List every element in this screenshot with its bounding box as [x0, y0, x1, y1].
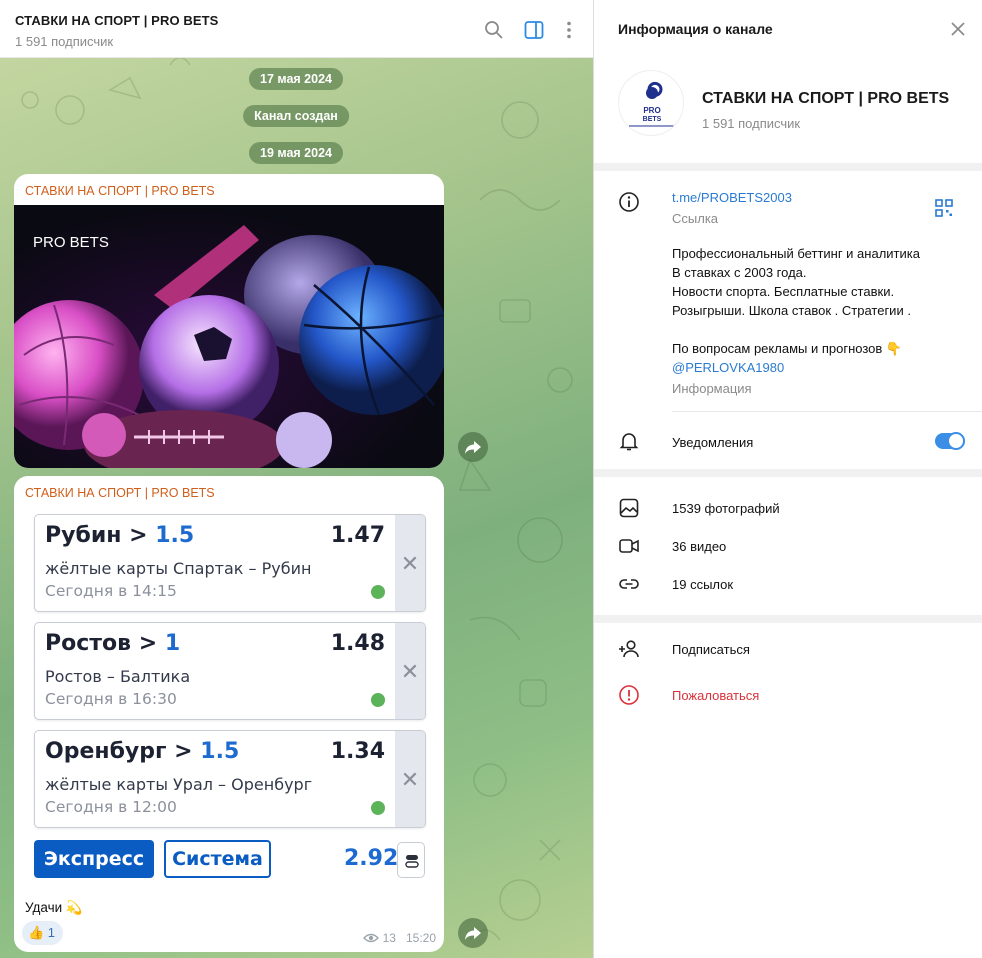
media-section: 1539 фотографий 36 видео 19 ссылок — [594, 477, 982, 615]
bet-event: жёлтые карты Спартак – Рубин — [45, 559, 312, 578]
service-message-channel-created: Канал создан — [243, 105, 349, 127]
bet-event: жёлтые карты Урал – Оренбург — [45, 775, 313, 794]
message-sender[interactable]: СТАВКИ НА СПОРТ | PRO BETS — [25, 184, 215, 198]
bet-selection: Оренбург > 1.5 — [45, 739, 239, 764]
notifications-label: Уведомления — [672, 435, 754, 450]
system-label: Система — [164, 840, 271, 878]
reaction-thumbs-up[interactable]: 👍 1 — [22, 921, 64, 945]
bet-odds: 1.34 — [330, 739, 385, 764]
remove-bet-icon: ✕ — [395, 731, 425, 827]
media-photos[interactable]: 1539 фотографий — [672, 501, 780, 516]
more-menu-icon[interactable] — [559, 20, 579, 40]
chat-header[interactable]: СТАВКИ НА СПОРТ | PRO BETS 1 591 подписч… — [0, 0, 593, 58]
channel-name: СТАВКИ НА СПОРТ | PRO BETS — [702, 90, 950, 107]
remove-bet-icon: ✕ — [395, 623, 425, 719]
svg-text:BETS: BETS — [643, 116, 662, 123]
football-icon — [371, 801, 385, 815]
bet-selection: Ростов > 1 — [45, 631, 180, 656]
bet-value: 1 — [164, 631, 181, 656]
football-icon — [371, 585, 385, 599]
media-videos[interactable]: 36 видео — [672, 539, 726, 554]
bet-selection: Рубин > 1.5 — [45, 523, 194, 548]
forward-button[interactable] — [458, 432, 488, 462]
channel-link[interactable]: t.me/PROBETS2003 — [672, 190, 792, 205]
date-pill: 19 мая 2024 — [249, 142, 343, 164]
total-odds: 2.92 — [344, 846, 399, 871]
info-details-section: t.me/PROBETS2003 Ссылка Профессиональный… — [594, 171, 982, 469]
message-bets[interactable]: СТАВКИ НА СПОРТ | PRO BETS Рубин > 1.5 1… — [14, 476, 444, 952]
channel-subscribers: 1 591 подписчик — [702, 116, 801, 131]
forward-icon — [465, 441, 481, 454]
search-icon[interactable] — [484, 20, 504, 40]
remove-bet-icon: ✕ — [395, 515, 425, 611]
channel-description: Профессиональный беттинг и аналитика В с… — [672, 246, 920, 356]
settings-toggle-icon — [397, 842, 425, 878]
chat-area: СТАВКИ НА СПОРТ | PRO BETS 1 591 подписч… — [0, 0, 593, 958]
bet-time: Сегодня в 14:15 — [45, 582, 177, 600]
subscribe-button[interactable]: Подписаться — [672, 642, 750, 657]
link-label: Ссылка — [672, 211, 719, 226]
video-icon — [619, 539, 639, 553]
channel-avatar[interactable]: PRO BETS — [618, 70, 684, 136]
bet-card[interactable]: Рубин > 1.5 1.47 жёлтые карты Спартак – … — [34, 514, 426, 612]
bet-team: Оренбург > — [45, 739, 201, 764]
svg-text:PRO: PRO — [643, 106, 660, 115]
report-button[interactable]: Пожаловаться — [672, 688, 759, 703]
qr-code-icon[interactable] — [935, 199, 953, 217]
views-icon — [363, 933, 380, 943]
bet-odds: 1.47 — [330, 523, 385, 548]
bet-time: Сегодня в 16:30 — [45, 690, 177, 708]
info-icon — [619, 192, 639, 212]
forward-button[interactable] — [458, 918, 488, 948]
views-count: 13 — [382, 931, 396, 945]
chat-title[interactable]: СТАВКИ НА СПОРТ | PRO BETS — [15, 13, 218, 28]
message-sender[interactable]: СТАВКИ НА СПОРТ | PRO BETS — [25, 486, 215, 500]
bet-value: 1.5 — [155, 523, 195, 548]
sidebar-toggle-icon[interactable] — [524, 20, 544, 40]
bet-odds: 1.48 — [330, 631, 385, 656]
bet-team: Ростов > — [45, 631, 165, 656]
link-icon — [619, 579, 639, 589]
date-pill: 17 мая 2024 — [249, 68, 343, 90]
report-icon — [619, 685, 639, 705]
add-user-icon — [619, 640, 639, 658]
channel-info-panel: Информация о канале PRO BETS СТАВКИ НА С… — [593, 0, 982, 958]
bet-team: Рубин > — [45, 523, 156, 548]
actions-section: Подписаться Пожаловаться — [594, 623, 982, 958]
bet-value: 1.5 — [200, 739, 240, 764]
football-icon — [371, 693, 385, 707]
sports-balls-photo[interactable]: PRO BETS — [14, 205, 444, 468]
bet-event: Ростов – Балтика — [45, 667, 191, 686]
bet-time: Сегодня в 12:00 — [45, 798, 177, 816]
bet-card[interactable]: Оренбург > 1.5 1.34 жёлтые карты Урал – … — [34, 730, 426, 828]
chat-subscribers: 1 591 подписчик — [15, 34, 114, 49]
channel-logo: PRO BETS — [629, 81, 675, 127]
bet-card[interactable]: Ростов > 1 1.48 Ростов – Балтика Сегодня… — [34, 622, 426, 720]
notifications-toggle[interactable] — [935, 432, 965, 450]
express-label: Экспресс — [34, 840, 154, 878]
close-icon[interactable] — [949, 20, 967, 38]
divider — [672, 411, 982, 412]
contact-link[interactable]: @PERLOVKA1980 — [672, 360, 784, 375]
panel-title: Информация о канале — [618, 21, 773, 37]
info-header-section: Информация о канале PRO BETS СТАВКИ НА С… — [594, 0, 982, 163]
message-meta: 13 15:20 — [363, 931, 436, 945]
message-time: 15:20 — [405, 931, 436, 945]
media-links[interactable]: 19 ссылок — [672, 577, 733, 592]
description-label: Информация — [672, 381, 752, 396]
forward-icon — [465, 927, 481, 940]
message-photo[interactable]: СТАВКИ НА СПОРТ | PRO BETS PRO BETS — [14, 174, 444, 468]
bell-icon — [619, 433, 639, 451]
message-text: Удачи 💫 — [25, 900, 83, 915]
photo-icon — [619, 498, 639, 518]
photo-caption: PRO BETS — [33, 234, 109, 251]
